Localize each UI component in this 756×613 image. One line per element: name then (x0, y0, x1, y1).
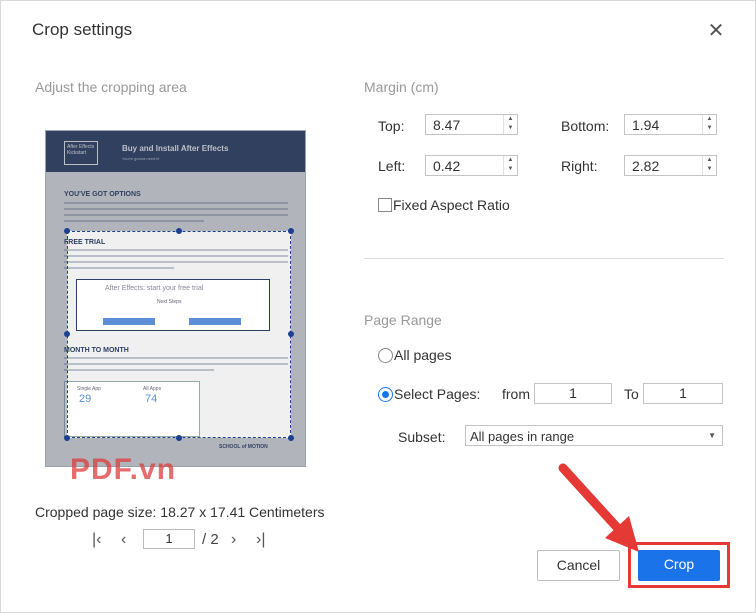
crop-settings-dialog: Crop settings ✕ Adjust the cropping area… (0, 0, 756, 613)
fixed-aspect-ratio-label: Fixed Aspect Ratio (393, 197, 510, 213)
crop-button-highlight (628, 542, 730, 588)
spinner-arrows-icon[interactable]: ▲ ▼ (702, 115, 716, 134)
to-page-input[interactable]: 1 (643, 383, 723, 404)
crop-handle-bottom-left[interactable] (64, 435, 70, 441)
crop-handle-top[interactable] (176, 228, 182, 234)
spinner-arrows-icon[interactable]: ▲ ▼ (702, 156, 716, 175)
page-preview[interactable]: After Effects Kickstart Buy and Install … (45, 130, 306, 467)
page-total: / 2 (202, 531, 219, 548)
top-margin-value: 8.47 (433, 117, 461, 133)
preview-section-label: Adjust the cropping area (35, 79, 187, 95)
crop-rectangle[interactable] (67, 231, 291, 438)
prev-page-icon[interactable]: ‹ (121, 531, 126, 549)
close-icon[interactable]: ✕ (706, 21, 726, 41)
from-page-input[interactable]: 1 (534, 383, 612, 404)
select-pages-label: Select Pages: (394, 386, 481, 402)
subset-select[interactable]: All pages in range ▼ (465, 425, 723, 446)
crop-handle-bottom-right[interactable] (288, 435, 294, 441)
cancel-button[interactable]: Cancel (537, 550, 620, 581)
right-margin-value: 2.82 (632, 158, 660, 174)
top-margin-spinner[interactable]: 8.47 ▲ ▼ (425, 114, 518, 135)
left-margin-label: Left: (378, 158, 406, 174)
annotation-arrow-icon (558, 463, 639, 552)
crop-handle-top-left[interactable] (64, 228, 70, 234)
bottom-margin-label: Bottom: (561, 118, 610, 134)
all-pages-radio[interactable] (378, 348, 393, 363)
right-margin-label: Right: (561, 158, 598, 174)
left-margin-spinner[interactable]: 0.42 ▲ ▼ (425, 155, 518, 176)
next-page-icon[interactable]: › (231, 531, 236, 549)
crop-handle-left[interactable] (64, 331, 70, 337)
all-pages-label: All pages (394, 347, 452, 363)
page-number-input[interactable]: 1 (143, 529, 195, 549)
select-pages-radio[interactable] (378, 387, 393, 402)
subset-selected-value: All pages in range (470, 429, 575, 444)
crop-handle-top-right[interactable] (288, 228, 294, 234)
spinner-arrows-icon[interactable]: ▲ ▼ (503, 156, 517, 175)
margin-section-label: Margin (cm) (364, 79, 439, 95)
cropped-size-text: Cropped page size: 18.27 x 17.41 Centime… (35, 504, 325, 520)
first-page-icon[interactable]: |‹ (92, 531, 101, 549)
bottom-margin-spinner[interactable]: 1.94 ▲ ▼ (624, 114, 717, 135)
dialog-title: Crop settings (32, 20, 133, 39)
page-range-section-label: Page Range (364, 312, 442, 328)
section-divider (364, 258, 724, 259)
fixed-aspect-ratio-checkbox[interactable] (378, 198, 392, 212)
top-margin-label: Top: (378, 118, 405, 134)
bottom-margin-value: 1.94 (632, 117, 660, 133)
left-margin-value: 0.42 (433, 158, 461, 174)
right-margin-spinner[interactable]: 2.82 ▲ ▼ (624, 155, 717, 176)
from-label: from (502, 386, 530, 402)
subset-label: Subset: (398, 429, 446, 445)
last-page-icon[interactable]: ›| (256, 531, 265, 549)
crop-shade-top (46, 131, 305, 231)
to-label: To (624, 386, 639, 402)
spinner-arrows-icon[interactable]: ▲ ▼ (503, 115, 517, 134)
chevron-down-icon: ▼ (708, 431, 716, 440)
watermark-logo: PDF.vn (70, 453, 177, 486)
crop-handle-right[interactable] (288, 331, 294, 337)
crop-handle-bottom[interactable] (176, 435, 182, 441)
